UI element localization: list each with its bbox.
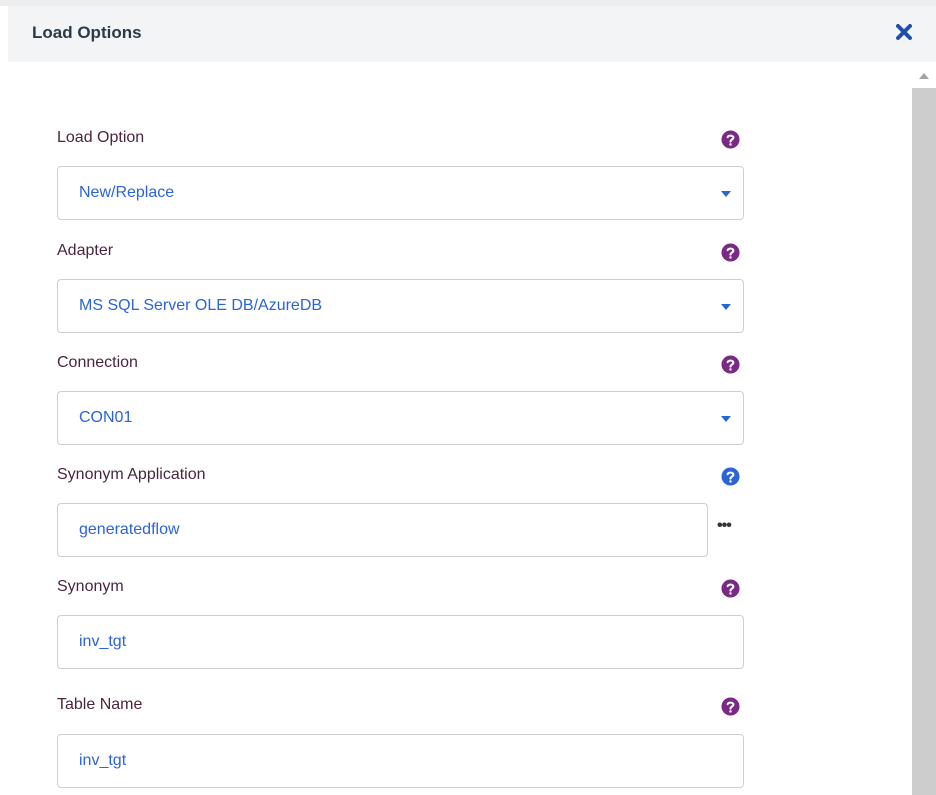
connection-label: Connection	[57, 354, 138, 371]
load-option-value: New/Replace	[79, 184, 175, 201]
chevron-down-icon[interactable]	[721, 416, 731, 422]
table-name-input[interactable]: inv_tgt	[57, 734, 744, 788]
help-icon[interactable]	[721, 355, 740, 374]
table-name-value: inv_tgt	[79, 752, 127, 769]
synonym-application-input[interactable]: generatedflow	[57, 503, 708, 557]
adapter-value: MS SQL Server OLE DB/AzureDB	[79, 297, 323, 314]
help-icon[interactable]	[721, 243, 740, 262]
adapter-label: Adapter	[57, 242, 114, 259]
vertical-scrollbar[interactable]	[912, 62, 936, 795]
help-icon[interactable]	[721, 579, 740, 598]
table-name-label: Table Name	[57, 696, 143, 713]
dialog-title: Load Options	[32, 23, 142, 42]
connection-value: CON01	[79, 409, 133, 426]
synonym-input[interactable]: inv_tgt	[57, 615, 744, 669]
help-icon[interactable]	[721, 697, 740, 716]
help-icon[interactable]	[721, 467, 740, 486]
synonym-application-label: Synonym Application	[57, 466, 206, 483]
chevron-down-icon[interactable]	[721, 191, 731, 197]
adapter-select[interactable]: MS SQL Server OLE DB/AzureDB	[57, 279, 744, 333]
scroll-up-arrow-icon[interactable]	[916, 68, 932, 84]
help-icon[interactable]	[721, 130, 740, 149]
scrollbar-thumb[interactable]	[912, 88, 936, 795]
close-icon[interactable]	[894, 22, 914, 42]
browse-ellipsis-button[interactable]: •••	[717, 517, 739, 537]
load-option-label: Load Option	[57, 129, 145, 146]
dialog-header: Load Options	[8, 6, 936, 62]
chevron-down-icon[interactable]	[721, 304, 731, 310]
synonym-label: Synonym	[57, 578, 124, 595]
load-option-select[interactable]: New/Replace	[57, 166, 744, 220]
connection-select[interactable]: CON01	[57, 391, 744, 445]
synonym-value: inv_tgt	[79, 633, 127, 650]
synonym-application-value: generatedflow	[79, 521, 180, 538]
